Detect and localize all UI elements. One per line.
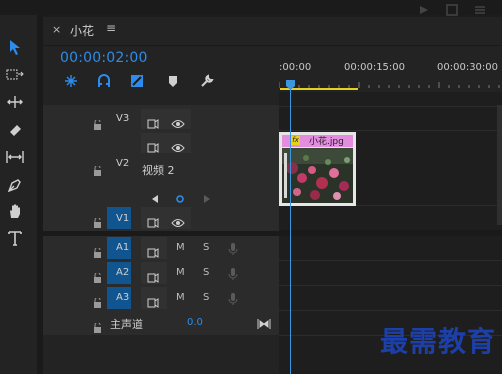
ruler-label-30: 00:00:30:00: [437, 62, 499, 73]
pen-tool-icon[interactable]: [4, 174, 26, 196]
lock-icon[interactable]: [93, 115, 102, 130]
track-line: [279, 260, 502, 261]
nest-icon[interactable]: [64, 73, 78, 87]
tools-panel: [0, 15, 37, 374]
track-label: V2: [116, 158, 130, 169]
solo-button[interactable]: S: [203, 267, 209, 278]
add-marker-icon[interactable]: [167, 73, 181, 87]
playhead-handle-icon[interactable]: [285, 76, 296, 95]
lock-icon[interactable]: [93, 268, 102, 283]
track-name[interactable]: 视频 2: [142, 162, 175, 178]
panel-menu-icon[interactable]: ≡: [106, 21, 116, 35]
playhead-timecode[interactable]: 00:00:02:00: [60, 50, 148, 66]
mute-button[interactable]: M: [176, 242, 185, 253]
export-icon[interactable]: [446, 1, 458, 16]
mute-button[interactable]: M: [176, 292, 185, 303]
track-label[interactable]: A1: [116, 242, 129, 253]
track-label[interactable]: V1: [116, 213, 129, 224]
master-track-label: 主声道: [110, 318, 143, 331]
lock-icon[interactable]: [93, 243, 102, 258]
solo-button[interactable]: S: [203, 242, 209, 253]
eye-icon[interactable]: [171, 213, 185, 232]
playhead-line[interactable]: [290, 80, 291, 374]
go-to-in-out-icon[interactable]: [257, 315, 271, 334]
film-icon[interactable]: [147, 268, 159, 287]
type-tool-icon[interactable]: [4, 227, 26, 249]
tab-close-icon[interactable]: ×: [52, 23, 61, 36]
track-a2: A2 M S: [43, 261, 279, 285]
track-label[interactable]: A3: [116, 292, 129, 303]
track-a3: A3 M S: [43, 286, 279, 310]
razor-tool-icon[interactable]: [4, 119, 26, 141]
ripple-edit-tool-icon[interactable]: [4, 91, 26, 113]
eye-icon[interactable]: [171, 114, 185, 133]
film-icon[interactable]: [147, 213, 159, 232]
lock-icon[interactable]: [93, 161, 102, 176]
clip-thumbnail: [282, 148, 353, 203]
track-line: [279, 130, 502, 131]
track-label: V3: [116, 113, 130, 124]
hand-tool-icon[interactable]: [4, 200, 26, 222]
tab-title[interactable]: 小花: [70, 22, 94, 39]
track-line: [279, 106, 502, 107]
ruler-label-15: 00:00:15:00: [344, 62, 406, 73]
track-line: [279, 230, 502, 236]
ruler-label-0: :00:00: [279, 62, 312, 73]
microphone-icon[interactable]: [228, 291, 238, 310]
track-line: [279, 285, 502, 286]
solo-button[interactable]: S: [203, 292, 209, 303]
snap-icon[interactable]: [97, 73, 111, 87]
master-volume-value[interactable]: 0.0: [187, 317, 203, 328]
vertical-scrollbar[interactable]: [497, 105, 502, 225]
top-strip: [0, 0, 502, 16]
slip-tool-icon[interactable]: [4, 146, 26, 168]
lock-icon[interactable]: [93, 213, 102, 228]
track-master: 主声道 0.0: [43, 311, 279, 335]
selection-tool-icon[interactable]: [4, 36, 26, 58]
track-line: [279, 310, 502, 311]
wrench-icon[interactable]: [200, 73, 214, 87]
track-a1: A1 M S: [43, 236, 279, 260]
send-icon[interactable]: [418, 1, 430, 14]
track-v3: V3: [43, 107, 279, 153]
track-v1: V1: [43, 205, 279, 230]
clip-name: 小花.jpg: [309, 137, 344, 147]
menu-icon[interactable]: [474, 1, 486, 14]
track-select-tool-icon[interactable]: [4, 64, 26, 86]
track-label[interactable]: A2: [116, 267, 129, 278]
mute-button[interactable]: M: [176, 267, 185, 278]
fx-badge[interactable]: fx: [291, 136, 300, 145]
lock-icon[interactable]: [93, 318, 102, 333]
microphone-icon[interactable]: [228, 266, 238, 285]
linked-selection-icon[interactable]: [130, 73, 144, 87]
watermark: 最需教育: [379, 325, 496, 358]
track-v2: V2 视频 2: [43, 153, 279, 205]
film-icon[interactable]: [147, 114, 159, 133]
film-icon[interactable]: [147, 243, 159, 262]
film-icon[interactable]: [147, 293, 159, 312]
microphone-icon[interactable]: [228, 241, 238, 260]
lock-icon[interactable]: [93, 293, 102, 308]
timeline-tab-bar: × 小花 ≡: [43, 17, 502, 46]
